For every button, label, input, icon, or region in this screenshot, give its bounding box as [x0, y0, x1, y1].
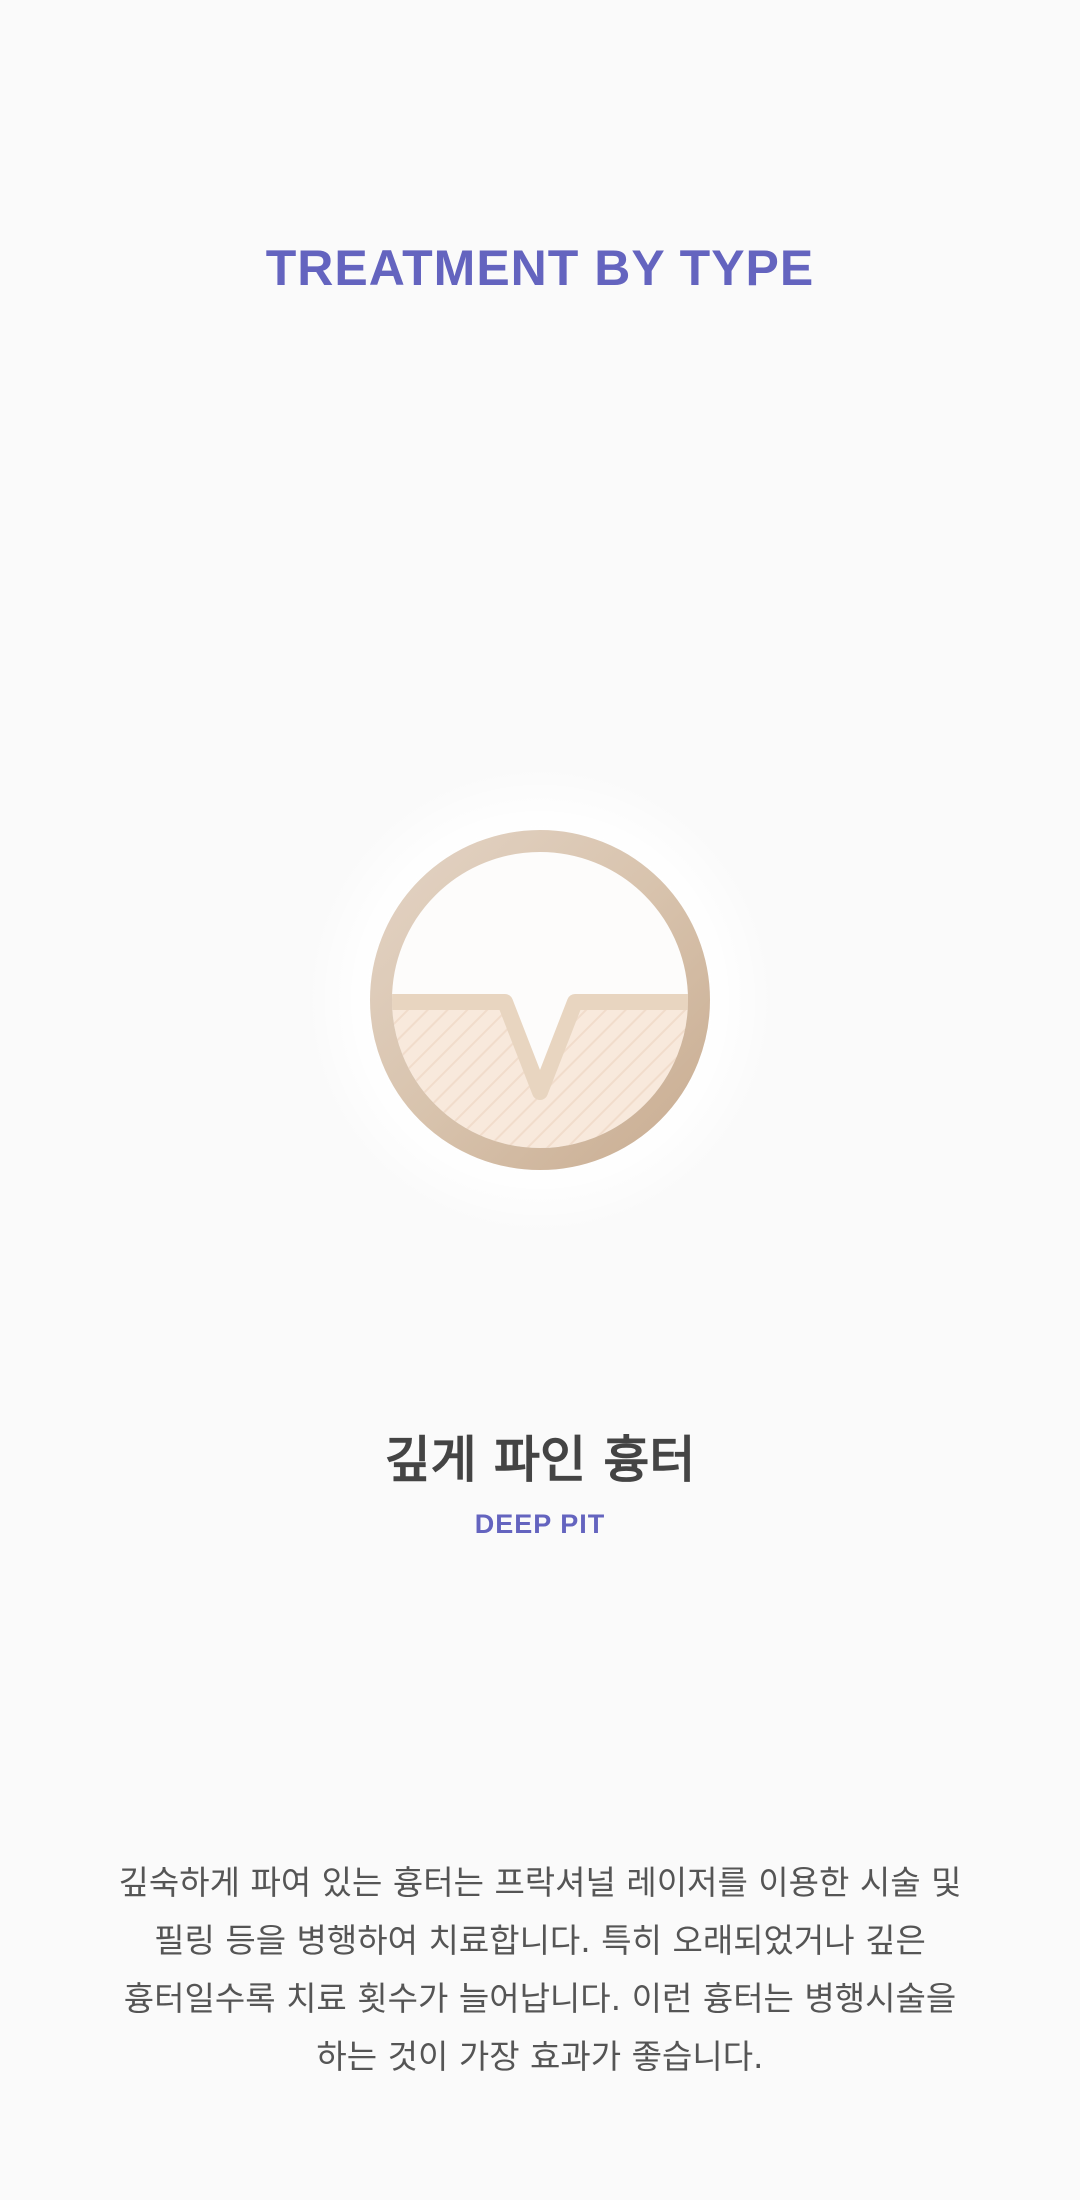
scar-type-subtitle: DEEP PIT	[474, 1509, 606, 1539]
description-line: 필링 등을 병행하여 치료합니다. 특히 오래되었거나 깊은	[154, 1921, 926, 1960]
treatment-description: 깊숙하게 파여 있는 흉터는 프락셔널 레이저를 이용한 시술 및 필링 등을 …	[60, 1854, 1020, 2086]
deep-pit-scar-icon	[290, 770, 790, 1230]
description-line: 하는 것이 가장 효과가 좋습니다.	[316, 2037, 764, 2076]
description-line: 흉터일수록 치료 횟수가 늘어납니다. 이런 흉터는 병행시술을	[123, 1979, 957, 2018]
description-line: 깊숙하게 파여 있는 흉터는 프락셔널 레이저를 이용한 시술 및	[118, 1863, 962, 1902]
scar-type-name: 깊게 파인 흉터	[384, 1431, 696, 1489]
page-title: TREATMENT BY TYPE	[265, 240, 815, 296]
